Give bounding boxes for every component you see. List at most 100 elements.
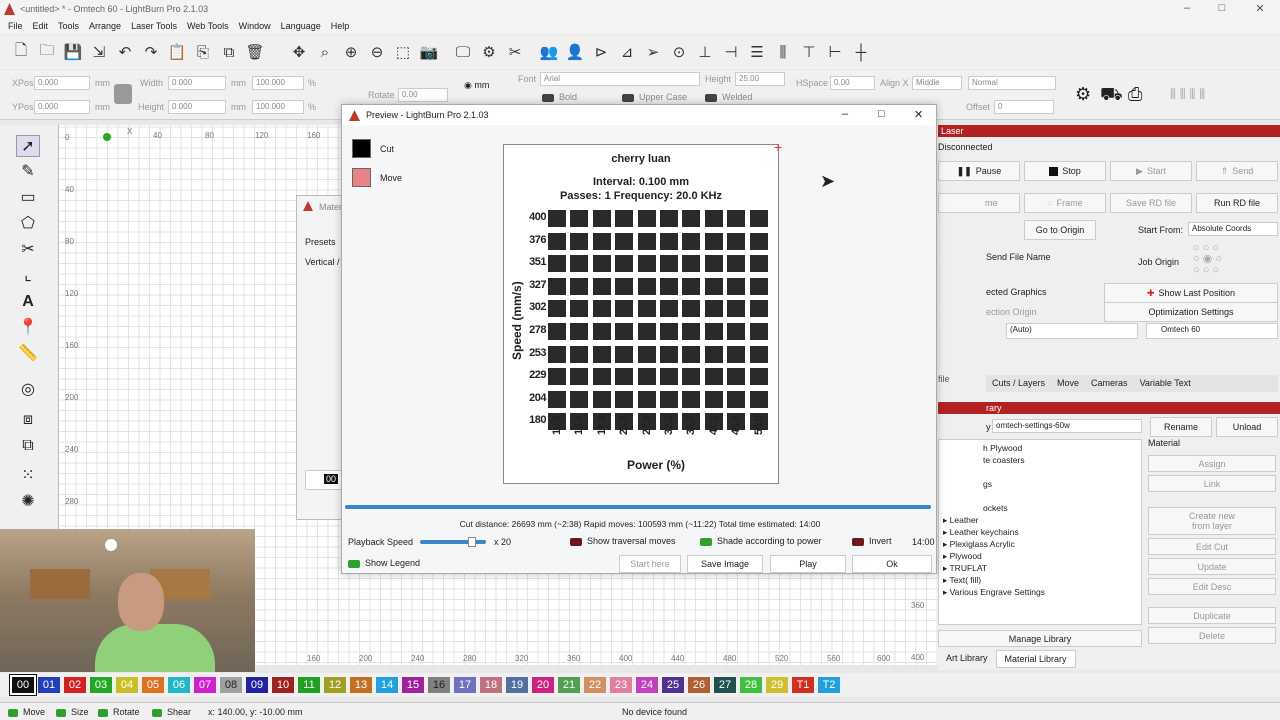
- menu-web-tools[interactable]: Web Tools: [187, 19, 229, 34]
- layer-swatch[interactable]: 10: [272, 677, 294, 693]
- play-button[interactable]: Play: [770, 555, 846, 573]
- maximize-icon[interactable]: □: [878, 108, 885, 120]
- edit-desc-button[interactable]: Edit Desc: [1148, 578, 1276, 595]
- layer-swatch[interactable]: 26: [688, 677, 710, 693]
- edit-cut-button[interactable]: Edit Cut: [1148, 538, 1276, 555]
- library-item[interactable]: ▸ Leather keychains: [943, 526, 1141, 538]
- save-icon[interactable]: 💾: [62, 41, 84, 63]
- show-traversal-checkbox[interactable]: Show traversal moves: [570, 536, 676, 546]
- layer-swatch[interactable]: 04: [116, 677, 138, 693]
- menu-file[interactable]: File: [8, 19, 23, 34]
- flip-h-icon[interactable]: ⊳: [590, 41, 612, 63]
- layer-swatch[interactable]: 01: [38, 677, 60, 693]
- tab-cameras[interactable]: Cameras: [1085, 375, 1134, 392]
- library-item[interactable]: [943, 490, 1141, 502]
- polygon-icon[interactable]: ⬠: [16, 213, 40, 235]
- align-icon[interactable]: ⊥: [694, 41, 716, 63]
- circular-array-icon[interactable]: ✺: [16, 491, 40, 513]
- tab-material-library[interactable]: Material Library: [995, 650, 1076, 668]
- distribute-h-icon[interactable]: ⫼: [772, 41, 794, 63]
- delete-icon[interactable]: 🗑: [244, 41, 266, 63]
- user-icon[interactable]: 👤: [564, 41, 586, 63]
- shade-power-checkbox[interactable]: Shade according to power: [700, 536, 822, 546]
- new-file-icon[interactable]: 🗋: [10, 41, 32, 63]
- preview-graph[interactable]: cherry luan Interval: 0.100 mm Passes: 1…: [503, 144, 779, 484]
- pause-button[interactable]: ❚❚ Pause: [938, 161, 1020, 181]
- device-select[interactable]: Omtech 60: [1146, 323, 1278, 339]
- selected-graphics-checkbox[interactable]: ected Graphics: [986, 287, 1047, 297]
- align-center-icon[interactable]: ⊣: [720, 41, 742, 63]
- minimize-icon[interactable]: –: [842, 108, 848, 120]
- library-item[interactable]: ▸ Text( fill): [943, 574, 1141, 586]
- slider-handle[interactable]: [468, 537, 476, 547]
- duplicate-button[interactable]: Duplicate: [1148, 607, 1276, 624]
- link-button[interactable]: Link: [1148, 475, 1276, 492]
- boolean-icon[interactable]: ⧉: [16, 435, 40, 457]
- close-icon[interactable]: ✕: [1250, 2, 1270, 15]
- layer-swatch[interactable]: T1: [792, 677, 814, 693]
- optimization-button[interactable]: Optimization Settings: [1104, 302, 1278, 322]
- selection-origin-checkbox[interactable]: ection Origin: [986, 307, 1037, 317]
- height-pct-input[interactable]: 100.000: [252, 100, 304, 114]
- send-file-name-checkbox[interactable]: Send File Name: [986, 252, 1051, 262]
- library-item[interactable]: [943, 466, 1141, 478]
- layer-swatch[interactable]: 03: [90, 677, 112, 693]
- height-input[interactable]: 0.000: [168, 100, 226, 114]
- zoom-out-icon[interactable]: ⊖: [366, 41, 388, 63]
- move-icon[interactable]: ✥: [288, 41, 310, 63]
- start-button[interactable]: ▶ Start: [1110, 161, 1192, 181]
- width-pct-input[interactable]: 100.000: [252, 76, 304, 90]
- library-item[interactable]: te coasters: [943, 454, 1141, 466]
- create-new-button[interactable]: Create new from layer: [1148, 507, 1276, 535]
- library-item[interactable]: h Plywood: [943, 442, 1141, 454]
- library-item[interactable]: ▸ Plexiglass Acrylic: [943, 538, 1141, 550]
- unload-button[interactable]: Unload: [1216, 417, 1278, 437]
- save-rd-button[interactable]: Save RD file: [1110, 193, 1192, 213]
- xpos-input[interactable]: 0.000: [34, 76, 90, 90]
- pen-icon[interactable]: ✎: [16, 161, 40, 183]
- zoom-icon[interactable]: ⌕: [314, 41, 336, 63]
- lock-icon[interactable]: [114, 84, 132, 104]
- rectangle-icon[interactable]: ▭: [16, 187, 40, 209]
- tab-cuts-layers[interactable]: Cuts / Layers: [986, 375, 1051, 392]
- update-button[interactable]: Update: [1148, 558, 1276, 575]
- measure-icon[interactable]: 📏: [16, 343, 40, 365]
- font-height-input[interactable]: 25.00: [735, 72, 785, 86]
- layer-swatch[interactable]: 21: [558, 677, 580, 693]
- menu-edit[interactable]: Edit: [33, 19, 49, 34]
- frame-button[interactable]: ◌ Frame: [1024, 193, 1106, 213]
- library-item[interactable]: ▸ Plywood: [943, 550, 1141, 562]
- run-rd-button[interactable]: Run RD file: [1196, 193, 1278, 213]
- delete-button[interactable]: Delete: [1148, 627, 1276, 644]
- library-item[interactable]: gs: [943, 478, 1141, 490]
- layer-swatch[interactable]: 07: [194, 677, 216, 693]
- machine-icon[interactable]: ⛟: [1100, 84, 1123, 108]
- position-icon[interactable]: 📍: [16, 317, 40, 339]
- maximize-icon[interactable]: □: [1212, 2, 1232, 14]
- menu-language[interactable]: Language: [281, 19, 321, 34]
- layer-swatch[interactable]: 14: [376, 677, 398, 693]
- zoom-selection-icon[interactable]: ⬚: [392, 41, 414, 63]
- mm-radio[interactable]: ◉ mm: [464, 80, 489, 91]
- text-icon[interactable]: A: [16, 291, 40, 313]
- menu-window[interactable]: Window: [239, 19, 271, 34]
- open-folder-icon[interactable]: 🗀: [36, 41, 58, 63]
- group-icon[interactable]: 👥: [538, 41, 560, 63]
- offset-input[interactable]: 0: [994, 100, 1054, 114]
- show-last-position-button[interactable]: ✚ Show Last Position: [1104, 283, 1278, 303]
- menu-laser-tools[interactable]: Laser Tools: [131, 19, 177, 34]
- ypos-input[interactable]: 0.000: [34, 100, 90, 114]
- export-icon[interactable]: ⇲: [88, 41, 110, 63]
- layer-swatch[interactable]: 08: [220, 677, 242, 693]
- assign-button[interactable]: Assign: [1148, 455, 1276, 472]
- monitor-icon[interactable]: 🖵: [452, 41, 474, 63]
- layer-swatch[interactable]: 18: [480, 677, 502, 693]
- undo-icon[interactable]: ↶: [114, 41, 136, 63]
- minimize-icon[interactable]: –: [1177, 2, 1197, 14]
- layer-swatch[interactable]: 16: [428, 677, 450, 693]
- show-legend-checkbox[interactable]: Show Legend: [348, 558, 420, 568]
- bold-checkbox[interactable]: Bold: [542, 92, 577, 102]
- align-top-icon[interactable]: ⊤: [798, 41, 820, 63]
- layer-swatch[interactable]: 00: [10, 675, 36, 695]
- layer-swatch[interactable]: T2: [818, 677, 840, 693]
